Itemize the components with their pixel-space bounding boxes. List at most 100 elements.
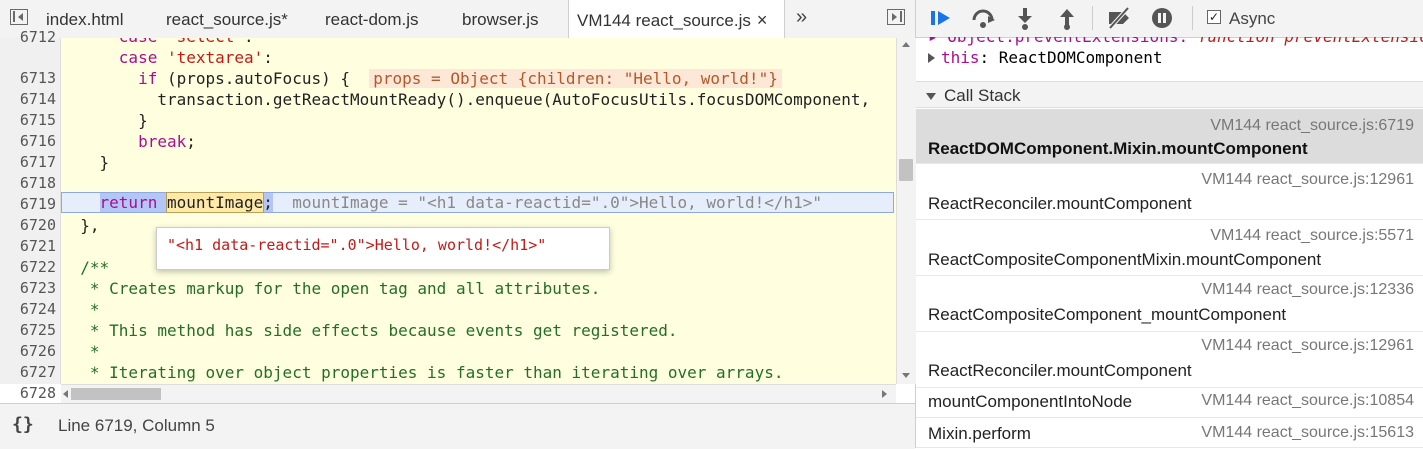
line-number[interactable]: 6716 — [0, 132, 56, 150]
call-frame[interactable]: VM144 react_source.js:12961 ReactReconci… — [916, 332, 1423, 388]
frame-location: VM144 react_source.js:12961 — [1201, 171, 1414, 188]
frame-name: ReactReconciler.mountComponent — [928, 361, 1192, 380]
call-frame[interactable]: VM144 react_source.js:10854 mountCompone… — [916, 388, 1423, 418]
close-tab-icon[interactable]: × — [757, 10, 768, 30]
code-line: * — [61, 342, 100, 361]
line-number-current[interactable]: 6719 — [0, 195, 56, 213]
frame-name: mountComponentIntoNode — [928, 392, 1133, 411]
line-number[interactable]: 6714 — [0, 90, 56, 108]
frame-name: ReactCompositeComponent_mountComponent — [928, 305, 1287, 324]
pretty-print-button[interactable]: {} — [12, 414, 34, 435]
line-number[interactable]: 6715 — [0, 111, 56, 129]
vertical-scrollbar[interactable] — [896, 38, 916, 384]
line-number[interactable]: 6713 — [0, 69, 56, 87]
tab-browser-js[interactable]: browser.js — [462, 0, 539, 38]
code-line: case 'select': — [61, 38, 254, 47]
code-line: * Creates markup for the open tag and al… — [61, 279, 601, 298]
code-line: case 'textarea': — [118, 48, 273, 67]
collapse-triangle-icon — [926, 93, 936, 101]
deactivate-breakpoints-icon[interactable] — [1106, 6, 1132, 30]
toolbar-divider — [1092, 6, 1093, 30]
tab-react-dom[interactable]: react-dom.js — [325, 0, 419, 38]
scope-property-row[interactable]: ▸ Object.preventExtensions: function pre… — [928, 37, 1423, 46]
code-line: /** — [61, 258, 110, 277]
line-number[interactable]: 6718 — [0, 174, 56, 192]
tab-active-label: VM144 react_source.js — [577, 11, 751, 30]
code-line: } — [61, 153, 110, 172]
code-line: }, — [61, 216, 100, 235]
scroll-right-arrow-icon[interactable] — [882, 390, 887, 398]
frame-location: VM144 react_source.js:6719 — [1210, 117, 1414, 134]
line-number[interactable]: 6723 — [0, 279, 56, 297]
scroll-left-arrow-icon[interactable] — [63, 390, 68, 398]
frame-location: VM144 react_source.js:15613 — [1201, 424, 1414, 441]
call-frame[interactable]: VM144 react_source.js:12961 ReactReconci… — [916, 164, 1423, 220]
pause-on-exceptions-icon[interactable] — [1149, 6, 1175, 30]
call-frame[interactable]: VM144 react_source.js:5571 ReactComposit… — [916, 220, 1423, 276]
expand-triangle-icon[interactable] — [928, 53, 935, 63]
frame-location: VM144 react_source.js:5571 — [1210, 227, 1414, 244]
mountimage-token[interactable]: mountImage — [165, 192, 265, 213]
async-label: Async — [1229, 9, 1276, 28]
line-number[interactable]: 6725 — [0, 321, 56, 339]
call-frame-selected[interactable]: VM144 react_source.js:6719 ReactDOMCompo… — [916, 109, 1423, 164]
editor-tab-bar: index.html react_source.js* react-dom.js… — [0, 0, 915, 39]
inline-value-props: props = Object {children: "Hello, world!… — [369, 69, 782, 88]
step-over-icon[interactable] — [970, 6, 996, 30]
frame-location: VM144 react_source.js:12961 — [1201, 337, 1414, 354]
async-checkbox[interactable]: ✓ — [1207, 10, 1221, 24]
code-line: * — [61, 300, 100, 319]
code-line: break; — [138, 132, 196, 151]
horizontal-scrollbar[interactable] — [61, 384, 896, 403]
line-number[interactable]: 6712 — [0, 28, 56, 46]
frame-name: ReactReconciler.mountComponent — [928, 194, 1192, 213]
line-number[interactable]: 6720 — [0, 216, 56, 234]
code-line-current: return mountImage; mountImage = "<h1 dat… — [99, 192, 823, 213]
code-line: transaction.getReactMountReady().enqueue… — [61, 90, 880, 109]
code-area[interactable]: case 'select': case 'textarea': if (prop… — [61, 38, 896, 384]
frame-location: VM144 react_source.js:10854 — [1201, 392, 1414, 409]
line-number-gutter[interactable]: 6712 6713 6714 6715 6716 6717 6718 6719 … — [0, 28, 61, 402]
more-tabs-icon[interactable]: » — [796, 6, 807, 29]
step-out-icon[interactable] — [1054, 6, 1080, 30]
cursor-position: Line 6719, Column 5 — [58, 416, 215, 435]
inline-value-mountimage: mountImage = "<h1 data-reactid=".0">Hell… — [272, 193, 823, 212]
scroll-up-arrow-icon[interactable] — [902, 42, 910, 47]
toggle-debugger-icon[interactable] — [887, 9, 905, 25]
frame-location: VM144 react_source.js:12336 — [1201, 281, 1414, 298]
code-line: if (props.autoFocus) { props = Object {c… — [61, 68, 782, 89]
line-number[interactable]: 6722 — [0, 258, 56, 276]
return-keyword: return — [99, 193, 158, 212]
call-frame[interactable]: VM144 react_source.js:15613 Mixin.perfor… — [916, 418, 1423, 448]
line-number[interactable]: 6724 — [0, 300, 56, 318]
code-line: } — [61, 111, 148, 130]
frame-name: ReactDOMComponent.Mixin.mountComponent — [928, 139, 1308, 158]
editor-status-bar: {} Line 6719, Column 5 — [0, 403, 915, 449]
line-number[interactable]: 6728 — [0, 384, 56, 402]
tab-react-source[interactable]: react_source.js* — [166, 0, 288, 38]
scope-this-row[interactable]: this: ReactDOMComponent — [928, 48, 1163, 67]
line-number[interactable]: 6726 — [0, 342, 56, 360]
toggle-navigator-icon[interactable] — [10, 9, 28, 25]
line-number[interactable]: 6717 — [0, 153, 56, 171]
horizontal-scroll-thumb[interactable] — [71, 388, 161, 400]
scope-variables: ▸ Object.preventExtensions: function pre… — [916, 37, 1423, 81]
resume-icon[interactable] — [928, 6, 954, 30]
call-stack-header[interactable]: Call Stack — [916, 81, 1423, 108]
scroll-down-arrow-icon[interactable] — [902, 373, 910, 378]
debugger-toolbar: ✓ Async — [916, 0, 1423, 38]
tab-index-html[interactable]: index.html — [46, 0, 123, 38]
source-editor-panel: index.html react_source.js* react-dom.js… — [0, 0, 916, 449]
tab-vm144-react-source[interactable]: VM144 react_source.js × — [568, 0, 785, 39]
step-into-icon[interactable] — [1012, 6, 1038, 30]
toolbar-divider — [1192, 6, 1193, 30]
value-popover: "<h1 data-reactid=".0">Hello, world!</h1… — [156, 227, 610, 270]
code-line: * Iterating over object properties is fa… — [61, 363, 784, 382]
vertical-scroll-thumb[interactable] — [899, 159, 913, 181]
call-frame[interactable]: VM144 react_source.js:12336 ReactComposi… — [916, 276, 1423, 332]
frame-name: Mixin.perform — [928, 424, 1031, 443]
line-number[interactable]: 6727 — [0, 363, 56, 381]
frame-name: ReactCompositeComponentMixin.mountCompon… — [928, 250, 1322, 269]
debugger-sidebar: ✓ Async ▸ Object.preventExtensions: func… — [916, 0, 1423, 448]
line-number[interactable]: 6721 — [0, 237, 56, 255]
